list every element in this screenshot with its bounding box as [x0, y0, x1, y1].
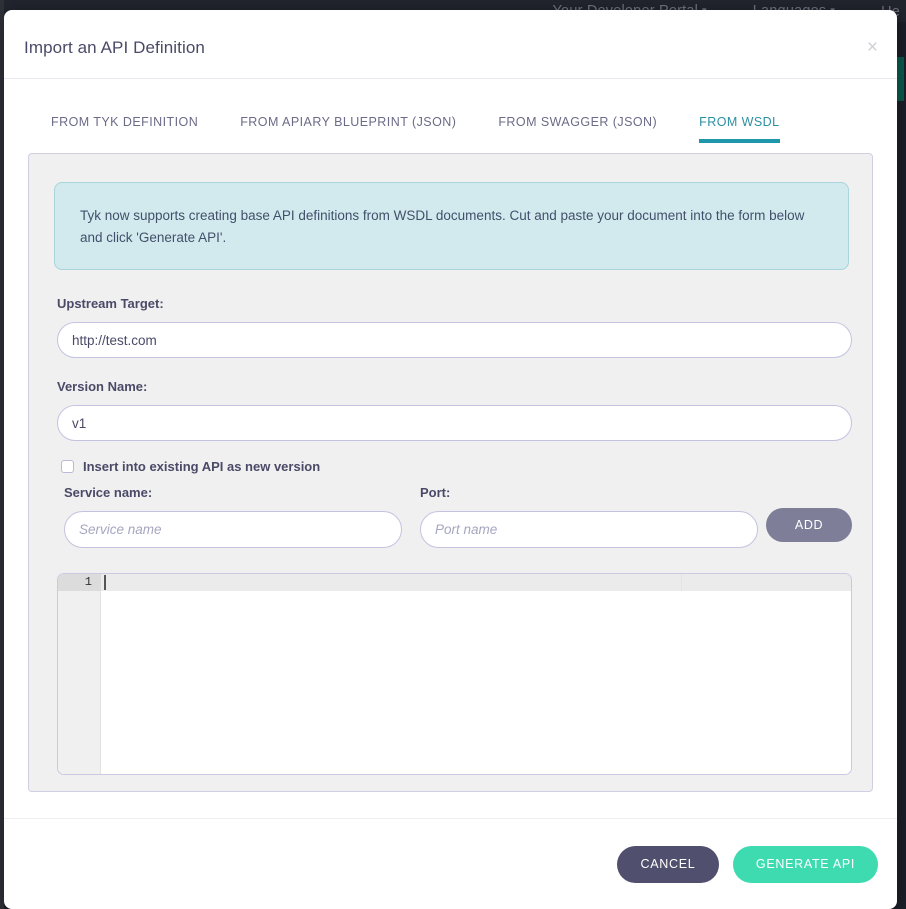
info-banner: Tyk now supports creating base API defin… — [54, 182, 849, 270]
form-panel: Tyk now supports creating base API defin… — [28, 153, 873, 792]
info-banner-text: Tyk now supports creating base API defin… — [80, 208, 805, 245]
import-api-definition-modal: Import an API Definition × FROM TYK DEFI… — [4, 10, 897, 909]
tab-from-swagger[interactable]: FROM SWAGGER (JSON) — [498, 93, 657, 151]
service-name-label: Service name: — [64, 485, 153, 500]
version-name-input[interactable] — [57, 405, 852, 441]
editor-gutter — [58, 574, 101, 774]
editor-line-number: 1 — [58, 574, 101, 591]
upstream-target-input[interactable] — [57, 322, 852, 358]
port-name-input[interactable] — [420, 511, 758, 548]
tab-from-apiary-blueprint[interactable]: FROM APIARY BLUEPRINT (JSON) — [240, 93, 456, 151]
service-name-input[interactable] — [64, 511, 402, 548]
editor-active-line-highlight — [101, 574, 851, 591]
modal-header: Import an API Definition × — [4, 10, 897, 79]
editor-content-area[interactable] — [101, 591, 851, 774]
insert-existing-version-label: Insert into existing API as new version — [83, 459, 321, 474]
insert-existing-version-row[interactable]: Insert into existing API as new version — [57, 457, 320, 476]
wsdl-code-editor[interactable]: 1 — [57, 573, 852, 775]
version-name-label: Version Name: — [57, 379, 148, 394]
modal-footer: CANCEL GENERATE API — [4, 818, 897, 909]
port-label: Port: — [420, 485, 451, 500]
cancel-button[interactable]: CANCEL — [617, 845, 719, 883]
tab-from-tyk-definition[interactable]: FROM TYK DEFINITION — [51, 93, 198, 151]
upstream-target-label: Upstream Target: — [57, 296, 164, 311]
tab-from-wsdl[interactable]: FROM WSDL — [699, 93, 781, 151]
background-side-accent — [897, 57, 904, 101]
page-title: Import an API Definition — [24, 38, 205, 57]
close-icon[interactable]: × — [867, 38, 878, 57]
add-button[interactable]: ADD — [766, 508, 852, 542]
generate-api-button[interactable]: GENERATE API — [733, 845, 878, 883]
editor-text-cursor — [104, 575, 106, 590]
insert-existing-version-checkbox[interactable] — [61, 460, 74, 473]
